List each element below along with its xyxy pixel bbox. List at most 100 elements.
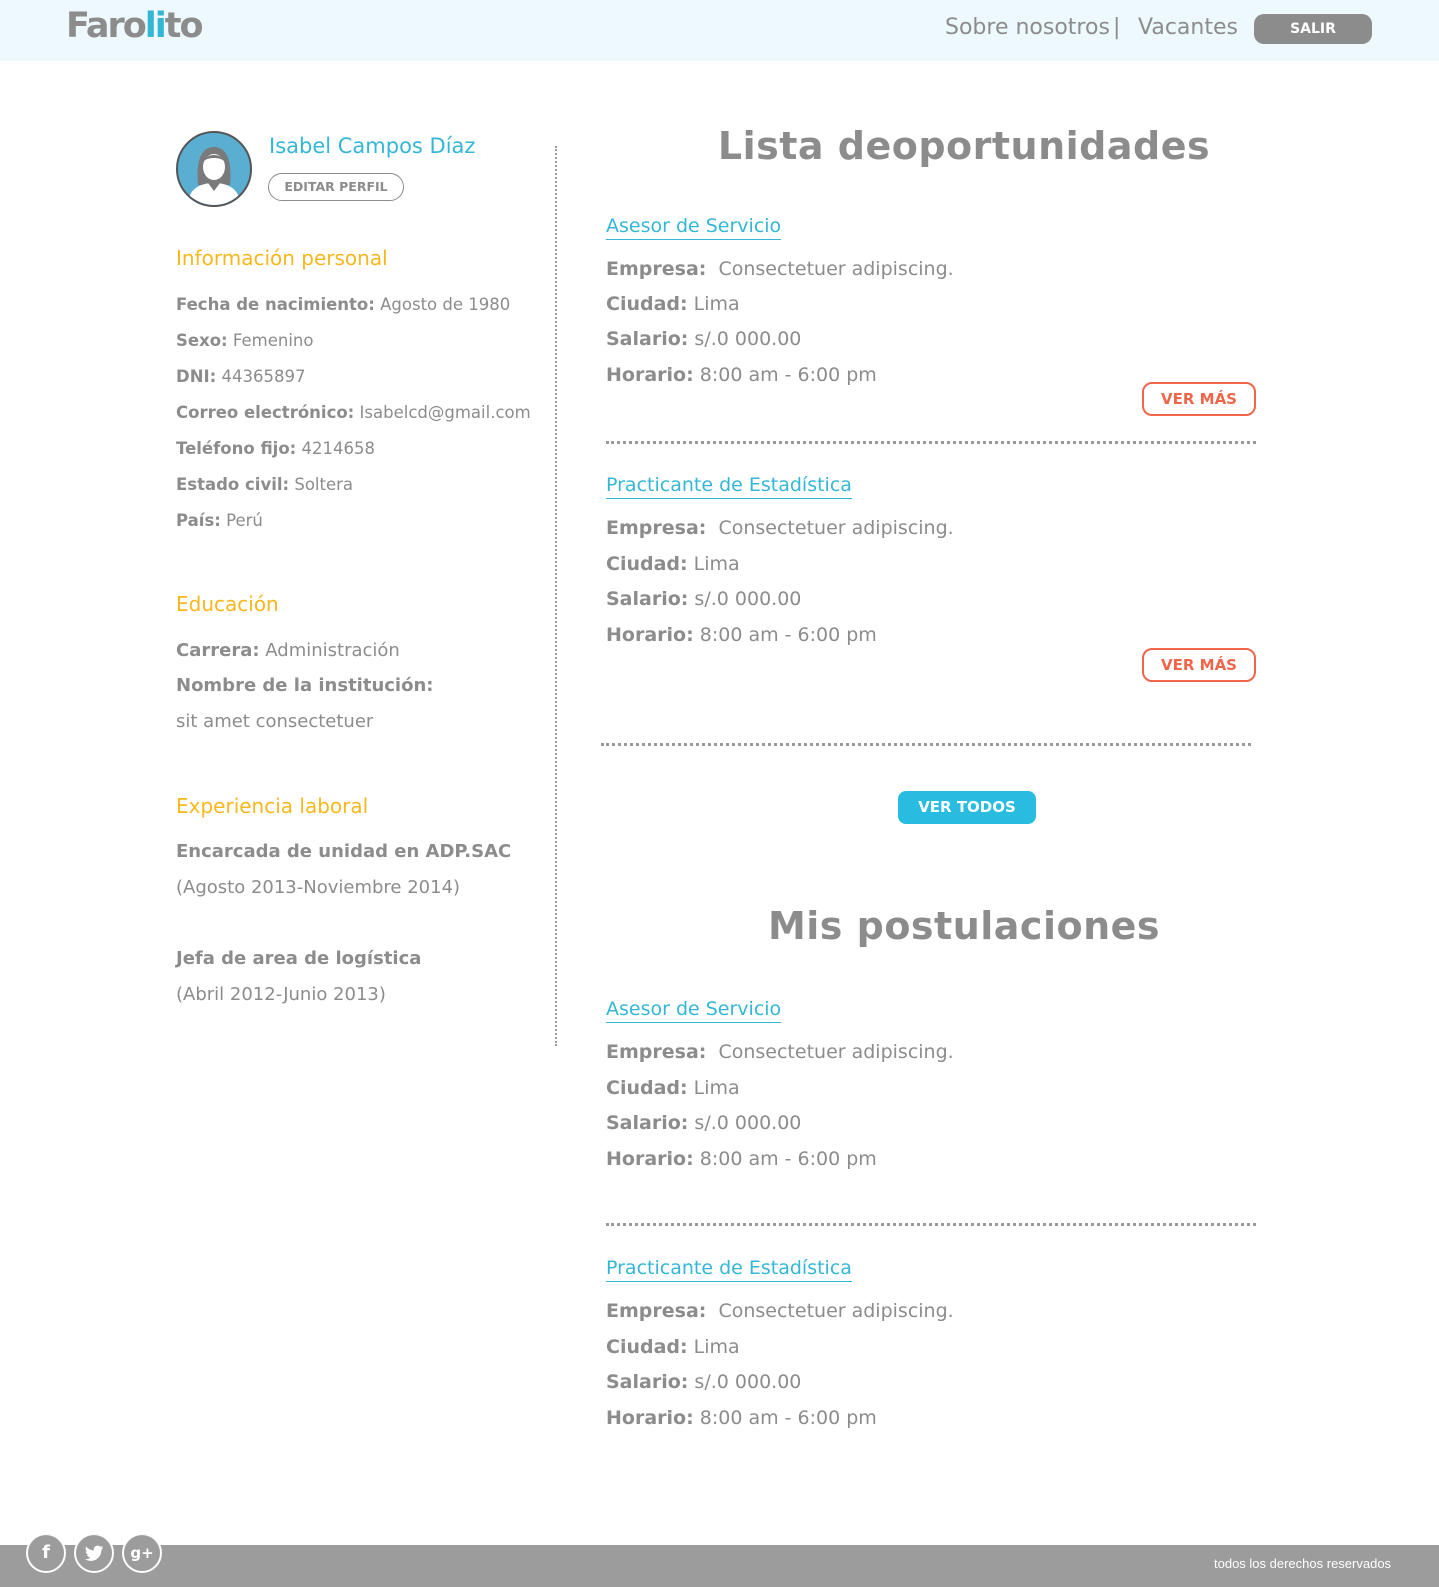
info-value: Perú (226, 511, 263, 530)
avatar (176, 131, 252, 207)
job-label: Salario: (606, 1371, 689, 1393)
column-divider (555, 146, 557, 1046)
logo-text-tail: to (164, 6, 204, 46)
info-value: 44365897 (221, 367, 306, 386)
job-value: 8:00 am - 6:00 pm (699, 1407, 877, 1429)
info-value: Isabelcd@gmail.com (359, 403, 531, 422)
experience-title: Experiencia laboral (176, 794, 369, 818)
job-city: Ciudad: Lima (606, 553, 740, 575)
job-value: Lima (693, 293, 740, 315)
education-career: Carrera: Administración (176, 640, 400, 661)
info-label: Carrera: (176, 640, 260, 661)
job-label: Horario: (606, 364, 694, 386)
info-value: Femenino (232, 331, 314, 350)
nav-separator: | (1113, 15, 1121, 40)
job-schedule: Horario: 8:00 am - 6:00 pm (606, 1407, 877, 1429)
info-value: Administración (265, 640, 400, 661)
info-label: Correo electrónico: (176, 403, 355, 422)
job-value: 8:00 am - 6:00 pm (699, 1148, 877, 1170)
education-institution-label: Nombre de la institución: (176, 675, 433, 696)
edit-profile-button[interactable]: EDITAR PERFIL (268, 173, 404, 201)
education-title: Educación (176, 592, 279, 616)
info-label: Teléfono fijo: (176, 439, 297, 458)
job-company: Empresa: Consectetuer adipiscing. (606, 517, 954, 539)
experience-role: Jefa de area de logística (176, 948, 421, 969)
job-label: Empresa: (606, 1041, 707, 1063)
job-company: Empresa: Consectetuer adipiscing. (606, 1041, 954, 1063)
job-schedule: Horario: 8:00 am - 6:00 pm (606, 364, 877, 386)
ver-mas-button[interactable]: VER MÁS (1142, 382, 1256, 416)
facebook-icon[interactable]: f (26, 1533, 66, 1573)
job-divider (606, 441, 1256, 444)
info-country: País: Perú (176, 511, 263, 530)
info-label: País: (176, 511, 221, 530)
farolito-logo[interactable]: Farolito (66, 6, 204, 46)
info-value: 4214658 (301, 439, 376, 458)
job-label: Ciudad: (606, 1336, 688, 1358)
job-city: Ciudad: Lima (606, 1336, 740, 1358)
info-birthdate: Fecha de nacimiento: Agosto de 1980 (176, 295, 510, 314)
job-salary: Salario: s/.0 000.00 (606, 1371, 801, 1393)
job-divider (606, 1223, 1256, 1226)
opportunities-title: Lista deoportunidades (717, 124, 1211, 168)
profile-name: Isabel Campos Díaz (269, 134, 476, 158)
job-label: Horario: (606, 624, 694, 646)
info-label: Nombre de la institución: (176, 675, 434, 696)
experience-period: (Abril 2012-Junio 2013) (176, 984, 386, 1005)
ver-todos-button[interactable]: VER TODOS (898, 791, 1036, 824)
job-label: Empresa: (606, 517, 707, 539)
job-value: Lima (693, 553, 740, 575)
job-salary: Salario: s/.0 000.00 (606, 1112, 801, 1134)
job-label: Ciudad: (606, 293, 688, 315)
job-value: 8:00 am - 6:00 pm (699, 624, 877, 646)
job-city: Ciudad: Lima (606, 293, 740, 315)
job-label: Empresa: (606, 258, 707, 280)
job-label: Ciudad: (606, 1077, 688, 1099)
twitter-icon[interactable] (74, 1533, 114, 1573)
info-value: Soltera (294, 475, 354, 494)
job-label: Horario: (606, 1407, 694, 1429)
job-value: Consectetuer adipiscing. (718, 258, 954, 280)
job-title-link[interactable]: Practicante de Estadística (606, 474, 852, 499)
info-label: Sexo: (176, 331, 228, 350)
logout-button[interactable]: SALIR (1254, 14, 1372, 44)
job-value: Lima (693, 1336, 740, 1358)
section-divider (601, 743, 1251, 746)
job-title-link[interactable]: Practicante de Estadística (606, 1257, 852, 1282)
nav-link-sobre-nosotros[interactable]: Sobre nosotros (945, 15, 1110, 40)
info-label: Fecha de nacimiento: (176, 295, 375, 314)
info-marital-status: Estado civil: Soltera (176, 475, 353, 494)
ver-mas-button[interactable]: VER MÁS (1142, 648, 1256, 682)
job-value: s/.0 000.00 (694, 588, 802, 610)
job-label: Salario: (606, 1112, 689, 1134)
job-salary: Salario: s/.0 000.00 (606, 328, 801, 350)
job-label: Horario: (606, 1148, 694, 1170)
user-avatar-icon (188, 147, 240, 205)
job-city: Ciudad: Lima (606, 1077, 740, 1099)
experience-role-text: Encarcada de unidad en ADP.SAC (176, 841, 512, 862)
info-phone: Teléfono fijo: 4214658 (176, 439, 375, 458)
info-label: DNI: (176, 367, 217, 386)
job-value: Consectetuer adipiscing. (718, 1041, 954, 1063)
job-value: Lima (693, 1077, 740, 1099)
job-label: Ciudad: (606, 553, 688, 575)
job-value: s/.0 000.00 (694, 1371, 802, 1393)
google-plus-icon[interactable]: g+ (122, 1533, 162, 1573)
experience-role: Encarcada de unidad en ADP.SAC (176, 841, 511, 862)
job-title-link[interactable]: Asesor de Servicio (606, 215, 782, 240)
job-label: Empresa: (606, 1300, 707, 1322)
job-schedule: Horario: 8:00 am - 6:00 pm (606, 1148, 877, 1170)
job-title-link[interactable]: Asesor de Servicio (606, 998, 782, 1023)
copyright-text: todos los derechos reservados (1214, 1556, 1392, 1571)
education-institution-value: sit amet consectetuer (176, 711, 374, 732)
experience-role-text: Jefa de area de logística (176, 948, 422, 969)
job-value: Consectetuer adipiscing. (718, 517, 954, 539)
job-value: 8:00 am - 6:00 pm (699, 364, 877, 386)
applications-title: Mis postulaciones (767, 904, 1161, 948)
job-company: Empresa: Consectetuer adipiscing. (606, 1300, 954, 1322)
job-schedule: Horario: 8:00 am - 6:00 pm (606, 624, 877, 646)
job-label: Salario: (606, 588, 689, 610)
info-label: Estado civil: (176, 475, 290, 494)
info-email: Correo electrónico: Isabelcd@gmail.com (176, 403, 531, 422)
nav-link-vacantes[interactable]: Vacantes (1138, 15, 1238, 40)
